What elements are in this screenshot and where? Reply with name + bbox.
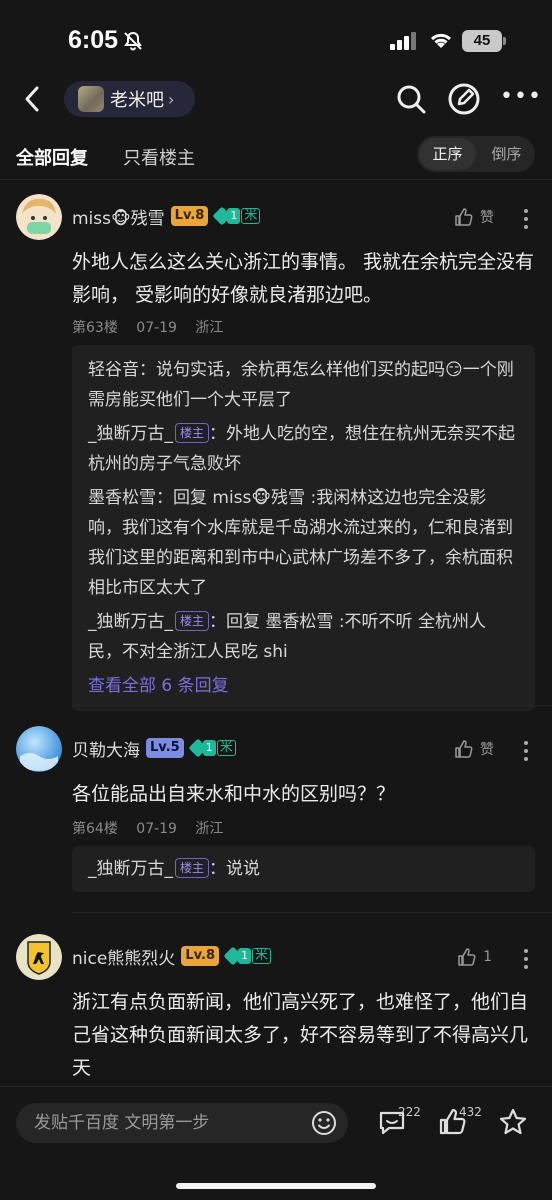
- thumbs-up-icon: [455, 208, 473, 226]
- user-info-row: miss🐵残雪 Lv.8 1 米: [72, 202, 261, 230]
- replies-box[interactable]: _独断万古_ 楼主 ：说说: [72, 846, 535, 892]
- member-badge: 1 米: [188, 738, 236, 758]
- comment-count: 222: [398, 1105, 421, 1119]
- reply-item: 轻谷音：说句实话，余杭再怎么样他们买的起吗😏一个刚需房能买他们一个大平层了: [88, 355, 519, 415]
- star-icon[interactable]: [498, 1107, 528, 1137]
- reply-input[interactable]: 发贴千百度 文明第一步: [16, 1103, 348, 1143]
- home-indicator: [176, 1183, 376, 1189]
- post-date: 07-19: [136, 821, 177, 837]
- op-badge: 楼主: [175, 423, 210, 443]
- post-content: 浙江有点负面新闻，他们高兴死了，也难怪了，他们自己省这种负面新闻太多了，好不容易…: [72, 991, 529, 1079]
- order-toggle: 正序 倒序: [417, 136, 535, 172]
- battery-cap: [503, 37, 506, 45]
- member-badge: 1 米: [212, 206, 261, 226]
- username[interactable]: nice熊熊烈火: [72, 944, 175, 969]
- op-badge: 楼主: [175, 611, 210, 631]
- post-more-icon[interactable]: [524, 209, 530, 233]
- reply-item: _独断万古_ 楼主 ：回复 墨香松雪 :不听不听 全杭州人民，不对全浙江人民吃 sh…: [88, 607, 519, 667]
- reply-author[interactable]: 墨香松雪: [88, 488, 156, 508]
- level-badge: Lv.8: [170, 206, 209, 226]
- post-meta: 第64楼 07-19 浙江: [72, 818, 237, 838]
- reply-item: _独断万古_ 楼主 ：说说: [88, 854, 519, 884]
- bottom-bar: 发贴千百度 文明第一步 222 432: [0, 1086, 552, 1200]
- floor-number: 第63楼: [72, 320, 118, 336]
- thumbs-up-icon: [455, 740, 473, 758]
- forum-name: 老米吧: [110, 90, 164, 111]
- cellular-signal-icon: [390, 32, 416, 50]
- post-location: 浙江: [195, 821, 224, 837]
- wifi-icon: [430, 33, 452, 48]
- forum-avatar: [78, 86, 104, 112]
- back-arrow-icon[interactable]: [16, 82, 50, 116]
- edit-icon[interactable]: [446, 81, 482, 117]
- reply-text: ：说句实话，余杭再怎么样他们买的起吗😏一个刚需房能买他们一个大平层了: [88, 360, 514, 410]
- like-count: 432: [459, 1105, 482, 1119]
- like-count: 1: [483, 949, 492, 965]
- like-button[interactable]: 1: [457, 947, 492, 967]
- order-asc-button[interactable]: 正序: [419, 138, 476, 170]
- reply-item: 墨香松雪：回复 miss🐵残雪 :我闲林这边也完全没影响，我们这有个水库就是千岛…: [88, 483, 519, 603]
- post-content: 各位能品出自来水和中水的区别吗？？: [72, 783, 396, 805]
- like-button[interactable]: 赞: [454, 739, 494, 759]
- more-options-icon[interactable]: •••: [500, 84, 541, 114]
- post-date: 07-19: [136, 320, 177, 336]
- post-content: 外地人怎么这么关心浙江的事情。 我就在余杭完全没有影响， 受影响的好像就良渚那边…: [72, 251, 535, 306]
- thumbs-up-icon: [458, 948, 476, 966]
- user-avatar[interactable]: [16, 726, 62, 772]
- tab-all-replies[interactable]: 全部回复: [16, 144, 88, 170]
- top-nav: 老米吧 › •••: [0, 70, 552, 128]
- user-avatar[interactable]: [16, 934, 62, 980]
- level-badge: Lv.8: [181, 946, 219, 966]
- reply-author[interactable]: _独断万古_: [88, 859, 173, 879]
- tab-only-op[interactable]: 只看楼主: [123, 144, 195, 170]
- chevron-right-icon: ›: [168, 89, 175, 109]
- post-more-icon[interactable]: [524, 949, 530, 973]
- post-meta: 第63楼 07-19 浙江: [72, 317, 237, 337]
- reply-author[interactable]: _独断万古_: [88, 424, 173, 444]
- member-badge-label: 米: [252, 948, 272, 964]
- reply-input-placeholder: 发贴千百度 文明第一步: [34, 1113, 210, 1133]
- emoji-icon[interactable]: [310, 1109, 338, 1137]
- like-label: 赞: [480, 742, 494, 758]
- like-button[interactable]: 赞: [454, 207, 494, 227]
- floor-number: 第64楼: [72, 821, 118, 837]
- reply-item: _独断万古_ 楼主 ：外地人吃的空，想住在杭州无奈买不起杭州的房子气急败坏: [88, 419, 519, 479]
- order-desc-button[interactable]: 倒序: [478, 136, 535, 172]
- user-info-row: nice熊熊烈火 Lv.8 1 米: [72, 942, 272, 970]
- op-badge: 楼主: [175, 858, 210, 878]
- user-avatar[interactable]: [16, 194, 62, 240]
- like-label: 赞: [480, 210, 494, 226]
- view-all-replies-link[interactable]: 查看全部 6 条回复: [88, 671, 519, 701]
- member-badge-label: 米: [216, 740, 236, 756]
- reply-text: ：说说: [209, 859, 261, 879]
- filter-bar: 全部回复 只看楼主 正序 倒序: [0, 130, 552, 180]
- status-time: 6:05: [68, 26, 119, 54]
- divider: [72, 912, 552, 913]
- reply-author[interactable]: 轻谷音: [88, 360, 139, 380]
- member-badge-label: 米: [241, 208, 261, 224]
- username[interactable]: miss🐵残雪: [72, 204, 165, 229]
- username[interactable]: 贝勒大海: [72, 736, 140, 761]
- status-bar: 6:05 45: [0, 0, 552, 70]
- post-location: 浙江: [195, 320, 224, 336]
- replies-box[interactable]: 轻谷音：说句实话，余杭再怎么样他们买的起吗😏一个刚需房能买他们一个大平层了 _独…: [72, 345, 535, 711]
- level-badge: Lv.5: [146, 738, 184, 758]
- post-more-icon[interactable]: [524, 741, 530, 765]
- user-info-row: 贝勒大海 Lv.5 1 米: [72, 734, 236, 762]
- forum-pill[interactable]: 老米吧 ›: [64, 81, 195, 117]
- bell-muted-icon: [124, 31, 142, 51]
- battery-indicator: 45: [462, 30, 502, 52]
- search-icon[interactable]: [394, 82, 428, 116]
- divider: [72, 705, 552, 706]
- member-badge: 1 米: [223, 946, 272, 966]
- reply-author[interactable]: _独断万古_: [88, 612, 173, 632]
